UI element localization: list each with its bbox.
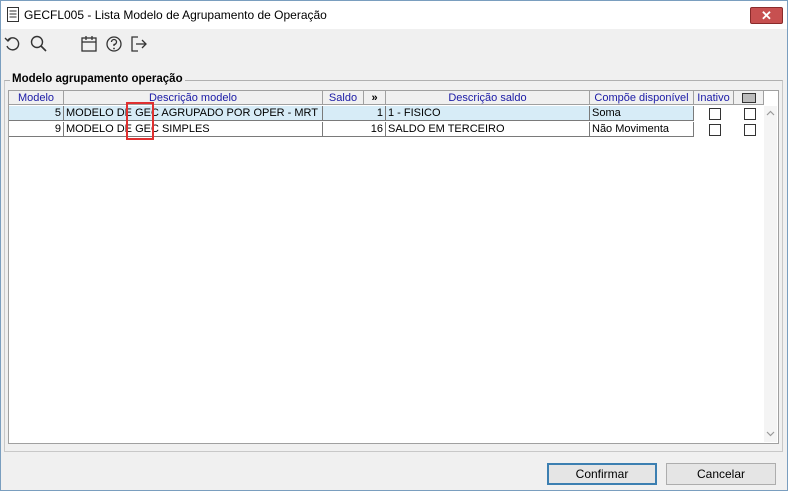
calendar-icon[interactable] [79,34,99,54]
header-saldo[interactable]: Saldo [323,91,364,105]
cell-compoe-disponivel[interactable]: Não Movimenta [590,122,694,137]
data-grid: Modelo Descrição modelo Saldo » Descriçã… [8,90,779,444]
checkbox-inativo[interactable] [709,108,721,120]
header-options[interactable] [734,91,764,105]
cell-descricao-modelo[interactable]: MODELO DE GEC AGRUPADO POR OPER - MRT [64,106,323,121]
checkbox-select[interactable] [744,124,756,136]
toolbar [1,30,787,58]
close-button[interactable]: ✕ [750,7,783,24]
highlight-box [126,102,154,140]
header-compoe-disponivel[interactable]: Compõe disponível [590,91,694,105]
checkbox-select[interactable] [744,108,756,120]
column-options-icon [741,93,756,104]
confirm-button[interactable]: Confirmar [547,463,657,485]
exit-icon[interactable] [129,34,149,54]
group-legend: Modelo agrupamento operação [10,73,185,85]
header-expand-button[interactable]: » [364,91,386,105]
header-inativo[interactable]: Inativo [694,91,734,105]
vertical-scrollbar[interactable] [764,106,777,442]
cell-descricao-modelo[interactable]: MODELO DE GEC SIMPLES [64,122,323,137]
refresh-icon[interactable] [3,34,23,54]
header-descricao-modelo[interactable]: Descrição modelo [64,91,323,105]
cell-modelo[interactable]: 9 [9,122,64,137]
cell-descricao-saldo[interactable]: 1 - FISICO [386,106,590,121]
cell-saldo[interactable]: 16 [323,122,386,137]
scroll-up-icon[interactable] [766,110,775,116]
document-icon [7,7,19,22]
cell-saldo[interactable]: 1 [323,106,386,121]
cancel-button[interactable]: Cancelar [666,463,776,485]
header-descricao-saldo[interactable]: Descrição saldo [386,91,590,105]
search-icon[interactable] [29,34,49,54]
checkbox-inativo[interactable] [709,124,721,136]
header-modelo[interactable]: Modelo [9,91,64,105]
cell-compoe-disponivel[interactable]: Soma [590,106,694,121]
cell-descricao-saldo[interactable]: SALDO EM TERCEIRO [386,122,590,137]
cell-modelo[interactable]: 5 [9,106,64,121]
window-title: GECFL005 - Lista Modelo de Agrupamento d… [24,8,327,22]
scroll-down-icon[interactable] [766,431,775,437]
title-bar: GECFL005 - Lista Modelo de Agrupamento d… [1,1,787,29]
help-icon[interactable] [104,34,124,54]
window: GECFL005 - Lista Modelo de Agrupamento d… [0,0,788,491]
